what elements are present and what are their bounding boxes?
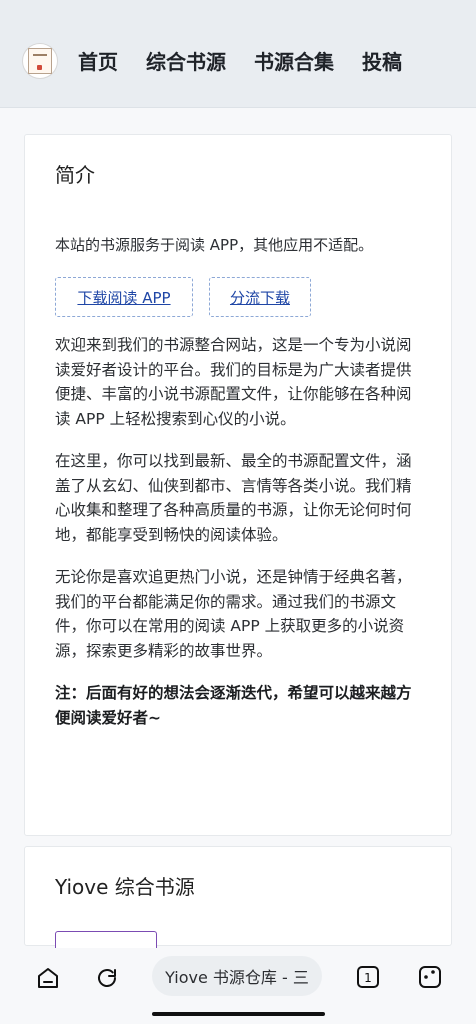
nav-submit[interactable]: 投稿 — [362, 46, 402, 75]
intro-paragraph-3: 无论你是喜欢追更热门小说，还是钟情于经典名著，我们的平台都能满足你的需求。通过我… — [55, 568, 412, 660]
tabs-icon[interactable]: 1 — [355, 964, 381, 990]
nav-general-sources[interactable]: 综合书源 — [146, 46, 226, 75]
logo-mark — [28, 47, 52, 74]
general-source-title: Yiove 综合书源 — [55, 875, 195, 899]
site-header: 首页 综合书源 书源合集 投稿 — [0, 14, 476, 108]
home-icon[interactable] — [36, 966, 60, 990]
download-app-button[interactable]: 下载阅读 APP — [55, 277, 193, 317]
split-download-button[interactable]: 分流下载 — [209, 277, 311, 317]
site-logo[interactable] — [22, 42, 58, 79]
gesture-bar — [152, 1012, 325, 1016]
tab-count-label: 1 — [364, 971, 372, 985]
address-bar[interactable]: Yiove 书源仓库 - 三 — [152, 956, 322, 996]
browser-bottom-bar: Yiove 书源仓库 - 三 1 — [0, 948, 476, 1024]
main-nav: 首页 综合书源 书源合集 投稿 — [78, 46, 402, 75]
intro-paragraph-2: 在这里，你可以找到最新、最全的书源配置文件，涵盖了从玄幻、仙侠到都市、言情等各类… — [55, 452, 412, 544]
intro-title: 简介 — [55, 163, 95, 187]
download-buttons: 下载阅读 APP 分流下载 — [55, 277, 311, 317]
intro-card: 简介 本站的书源服务于阅读 APP，其他应用不适配。 下载阅读 APP 分流下载… — [24, 134, 452, 836]
intro-note: 注：后面有好的想法会逐渐迭代，希望可以越来越方便阅读爱好者~ — [55, 684, 412, 727]
intro-lead: 本站的书源服务于阅读 APP，其他应用不适配。 — [55, 236, 374, 254]
nav-home[interactable]: 首页 — [78, 46, 118, 75]
menu-icon[interactable] — [417, 964, 443, 990]
refresh-icon[interactable] — [95, 966, 119, 990]
intro-body: 欢迎来到我们的书源整合网站，这是一个专为小说阅读爱好者设计的平台。我们的目标是为… — [55, 333, 419, 730]
nav-source-collections[interactable]: 书源合集 — [254, 46, 334, 75]
intro-paragraph-1: 欢迎来到我们的书源整合网站，这是一个专为小说阅读爱好者设计的平台。我们的目标是为… — [55, 336, 412, 428]
status-bar — [0, 0, 476, 14]
general-source-card: Yiove 综合书源 — [24, 846, 452, 951]
